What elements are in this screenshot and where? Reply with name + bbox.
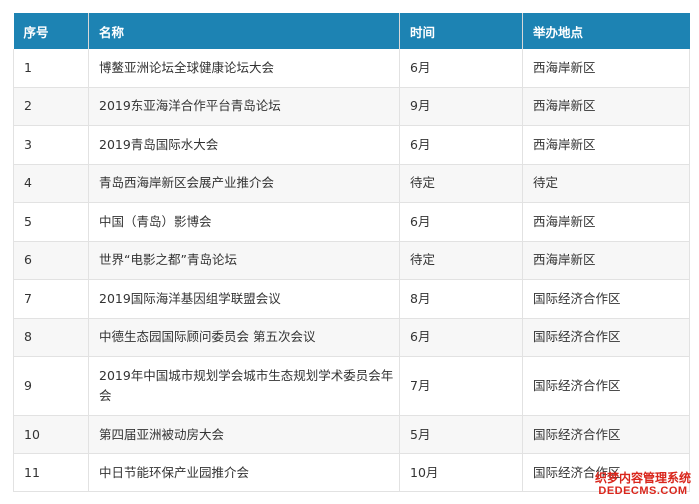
- cell-serial-number: 5: [13, 202, 89, 242]
- cell-time: 6月: [399, 125, 523, 165]
- table-row: 2 2019东亚海洋合作平台青岛论坛 9月 西海岸新区: [13, 87, 690, 126]
- table-row: 8 中德生态园国际顾问委员会 第五次会议 6月 国际经济合作区: [13, 318, 690, 357]
- cell-serial-number: 4: [13, 164, 89, 203]
- cell-name: 2019国际海洋基因组学联盟会议: [88, 279, 400, 319]
- table-row: 6 世界“电影之都”青岛论坛 待定 西海岸新区: [13, 241, 690, 280]
- cell-time: 6月: [399, 318, 523, 357]
- cell-venue: 西海岸新区: [522, 49, 690, 88]
- cell-time: 待定: [399, 164, 523, 203]
- cell-venue: 待定: [522, 164, 690, 203]
- table-row: 9 2019年中国城市规划学会城市生态规划学术委员会年会 7月 国际经济合作区: [13, 356, 690, 416]
- table-row: 5 中国（青岛）影博会 6月 西海岸新区: [13, 202, 690, 242]
- cell-name: 2019青岛国际水大会: [88, 125, 400, 165]
- cell-serial-number: 1: [13, 49, 89, 88]
- cell-venue: 国际经济合作区: [522, 318, 690, 357]
- cell-venue: 国际经济合作区: [522, 279, 690, 319]
- cell-name: 2019东亚海洋合作平台青岛论坛: [88, 87, 400, 126]
- cell-venue: 西海岸新区: [522, 87, 690, 126]
- cell-time: 5月: [399, 415, 523, 454]
- cell-name: 第四届亚洲被动房大会: [88, 415, 400, 454]
- table-row: 1 博鳌亚洲论坛全球健康论坛大会 6月 西海岸新区: [13, 49, 690, 88]
- cell-time: 6月: [399, 49, 523, 88]
- cell-serial-number: 9: [13, 356, 89, 416]
- header-venue: 举办地点: [522, 13, 690, 49]
- cell-time: 8月: [399, 279, 523, 319]
- cell-serial-number: 10: [13, 415, 89, 454]
- cell-name: 世界“电影之都”青岛论坛: [88, 241, 400, 280]
- table-row: 10 第四届亚洲被动房大会 5月 国际经济合作区: [13, 415, 690, 454]
- cell-serial-number: 8: [13, 318, 89, 357]
- cell-time: 6月: [399, 202, 523, 242]
- cell-venue: 西海岸新区: [522, 125, 690, 165]
- events-table: 序号 名称 时间 举办地点 1 博鳌亚洲论坛全球健康论坛大会 6月 西海岸新区 …: [13, 13, 690, 492]
- cell-time: 10月: [399, 453, 523, 492]
- cell-time: 待定: [399, 241, 523, 280]
- table-row: 11 中日节能环保产业园推介会 10月 国际经济合作区: [13, 453, 690, 492]
- header-name: 名称: [88, 13, 400, 49]
- cell-serial-number: 7: [13, 279, 89, 319]
- cell-name: 中国（青岛）影博会: [88, 202, 400, 242]
- cell-serial-number: 11: [13, 453, 89, 492]
- cell-name: 2019年中国城市规划学会城市生态规划学术委员会年会: [88, 356, 400, 416]
- cell-serial-number: 2: [13, 87, 89, 126]
- cell-name: 博鳌亚洲论坛全球健康论坛大会: [88, 49, 400, 88]
- table-row: 4 青岛西海岸新区会展产业推介会 待定 待定: [13, 164, 690, 203]
- cell-name: 中德生态园国际顾问委员会 第五次会议: [88, 318, 400, 357]
- cell-serial-number: 3: [13, 125, 89, 165]
- header-serial-number: 序号: [13, 13, 89, 49]
- cell-venue: 西海岸新区: [522, 241, 690, 280]
- table-header-row: 序号 名称 时间 举办地点: [13, 13, 690, 49]
- cell-venue: 国际经济合作区: [522, 453, 690, 492]
- cell-time: 9月: [399, 87, 523, 126]
- cell-venue: 国际经济合作区: [522, 356, 690, 416]
- cell-serial-number: 6: [13, 241, 89, 280]
- table-row: 7 2019国际海洋基因组学联盟会议 8月 国际经济合作区: [13, 279, 690, 319]
- cell-time: 7月: [399, 356, 523, 416]
- cell-name: 青岛西海岸新区会展产业推介会: [88, 164, 400, 203]
- header-time: 时间: [399, 13, 523, 49]
- table-row: 3 2019青岛国际水大会 6月 西海岸新区: [13, 125, 690, 165]
- cell-venue: 西海岸新区: [522, 202, 690, 242]
- cell-venue: 国际经济合作区: [522, 415, 690, 454]
- cell-name: 中日节能环保产业园推介会: [88, 453, 400, 492]
